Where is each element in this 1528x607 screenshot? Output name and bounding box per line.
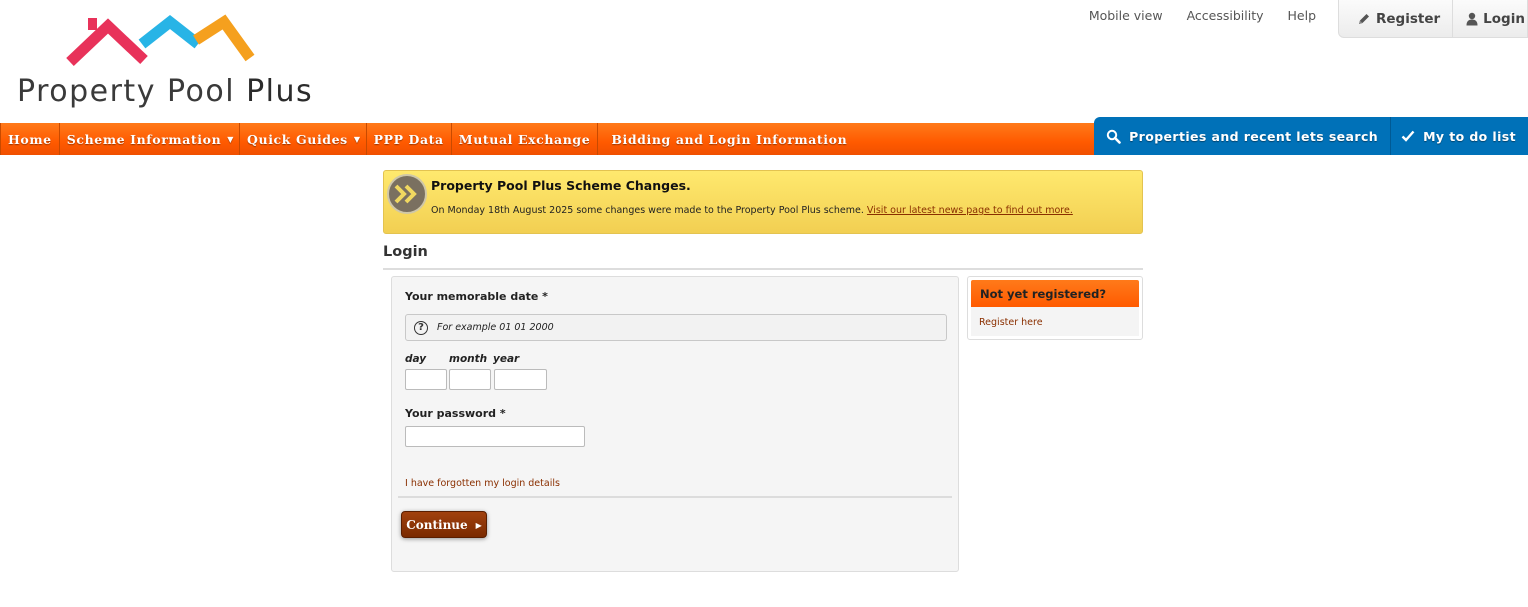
logo-roof-icon [66,14,255,66]
forgot-login-link[interactable]: I have forgotten my login details [405,478,560,489]
question-icon: ? [414,320,428,335]
banner-title: Property Pool Plus Scheme Changes. [431,178,691,193]
month-label: month [449,353,488,365]
not-registered-title: Not yet registered? [971,280,1139,307]
form-divider [398,496,952,498]
nav-home[interactable]: Home [0,123,60,155]
page-title: Login [383,244,1143,270]
auth-box: Register Login [1338,0,1528,38]
pencil-icon [1359,13,1369,24]
continue-button[interactable]: Continue ▶ [401,511,487,538]
double-chevron-icon [387,174,427,214]
password-label: Your password * [405,407,506,420]
user-icon [1466,12,1478,25]
memorable-date-label: Your memorable date * [405,290,548,303]
login-button[interactable]: Login [1452,0,1528,37]
utility-links: Mobile view Accessibility Help [1065,8,1316,23]
main-navigation: Home Scheme Information ▼ Quick Guides ▼ P… [0,117,1528,155]
memorable-date-hint: ? For example 01 01 2000 [405,314,947,341]
register-button[interactable]: Register [1339,0,1452,37]
year-input[interactable] [494,369,547,390]
play-arrow-icon: ▶ [475,519,482,530]
password-input[interactable] [405,426,585,447]
day-label: day [405,353,427,365]
nav-right-group: Properties and recent lets search My to … [1094,117,1528,155]
register-here-link[interactable]: Register here [979,317,1043,328]
not-registered-panel: Not yet registered? Register here [967,276,1143,340]
logo-text: Property Pool Plus [17,74,314,109]
login-form-panel: Your memorable date * ? For example 01 0… [391,276,959,572]
nav-bidding-login-info[interactable]: Bidding and Login Information [598,123,854,155]
nav-quick-guides[interactable]: Quick Guides ▼ [240,123,367,155]
banner-body: On Monday 18th August 2025 some changes … [431,205,1073,216]
mobile-view-link[interactable]: Mobile view [1089,8,1163,23]
page-header: Property Pool Plus Mobile view Accessibi… [0,0,1528,122]
caret-down-icon: ▼ [353,134,361,144]
year-label: year [493,353,520,365]
nav-scheme-information[interactable]: Scheme Information ▼ [60,123,241,155]
accessibility-link[interactable]: Accessibility [1187,8,1264,23]
scheme-changes-banner: Property Pool Plus Scheme Changes. On Mo… [383,170,1143,234]
search-icon [1106,129,1121,144]
main-content: Property Pool Plus Scheme Changes. On Mo… [383,170,1143,572]
nav-ppp-data[interactable]: PPP Data [367,123,452,155]
checkmark-icon [1401,130,1415,142]
nav-mutual-exchange[interactable]: Mutual Exchange [452,123,599,155]
month-input[interactable] [449,369,491,390]
properties-search-button[interactable]: Properties and recent lets search [1094,117,1390,155]
help-link[interactable]: Help [1288,8,1317,23]
todo-list-button[interactable]: My to do list [1390,117,1528,155]
caret-down-icon: ▼ [227,134,235,144]
day-input[interactable] [405,369,447,390]
news-page-link[interactable]: Visit our latest news page to find out m… [867,205,1073,216]
